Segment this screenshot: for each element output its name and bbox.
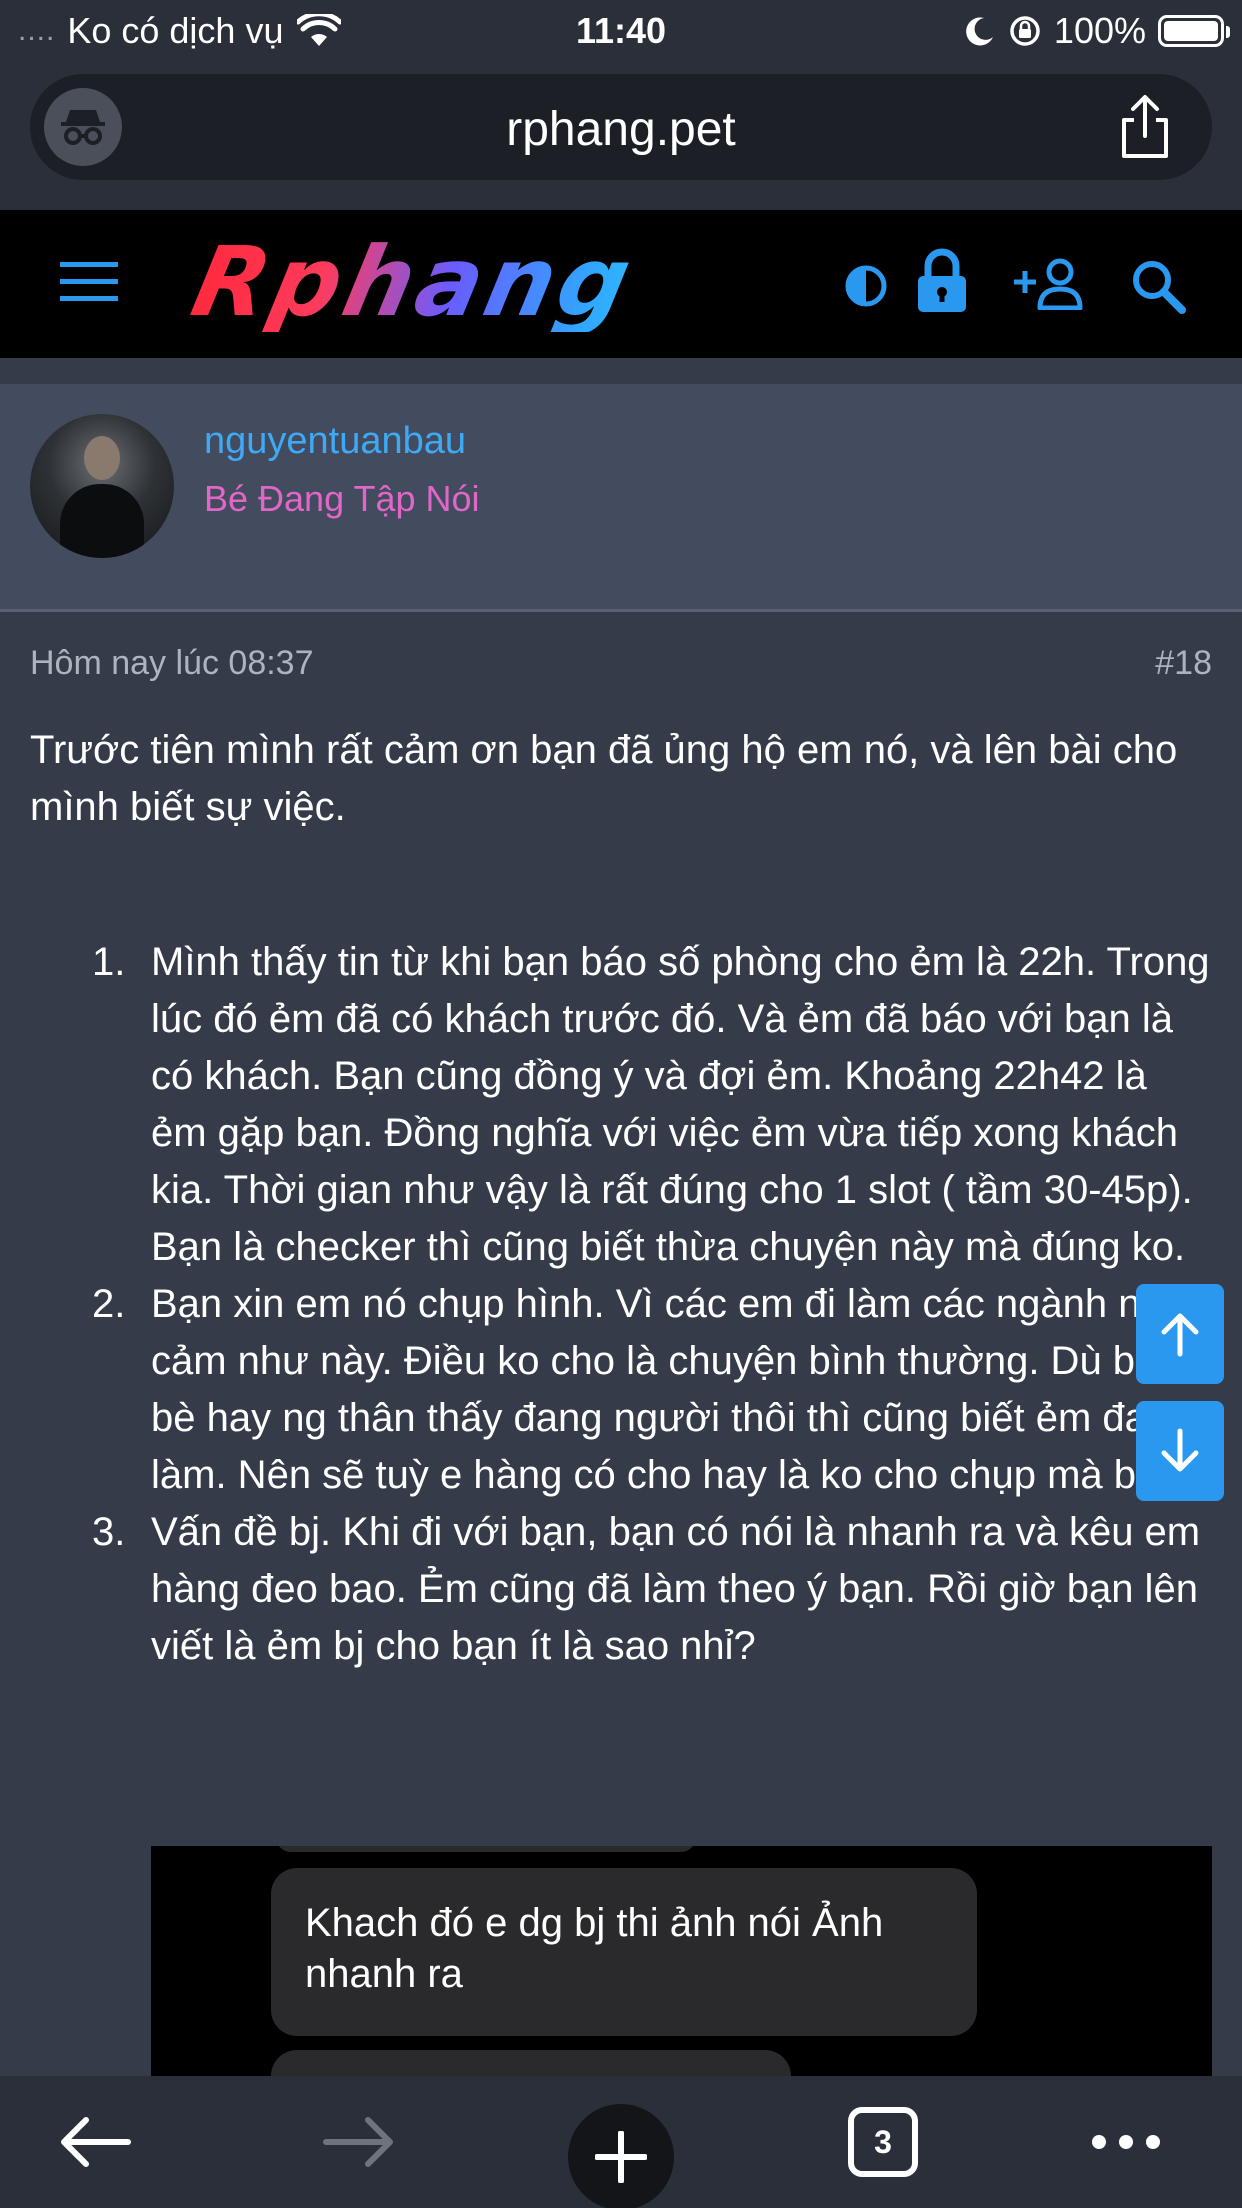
list-item: 1. Mình thấy tin từ khi bạn báo số phòng… bbox=[30, 934, 1212, 1276]
hamburger-menu-icon[interactable] bbox=[60, 260, 118, 304]
post-author-block: nguyentuanbau Bé Đang Tập Nói bbox=[0, 384, 1242, 612]
register-user-icon[interactable] bbox=[1014, 258, 1084, 310]
post-list: 1. Mình thấy tin từ khi bạn báo số phòng… bbox=[30, 934, 1212, 1675]
list-item-text: Bạn xin em nó chụp hình. Vì các em đi là… bbox=[151, 1282, 1212, 1497]
author-title: Bé Đang Tập Nói bbox=[204, 478, 480, 519]
arrow-up-icon bbox=[1161, 1313, 1199, 1357]
battery-percent: 100% bbox=[1053, 10, 1146, 51]
post-timestamp[interactable]: Hôm nay lúc 08:37 bbox=[30, 644, 314, 682]
scroll-to-bottom-button[interactable] bbox=[1136, 1401, 1224, 1501]
orientation-lock-icon bbox=[1010, 16, 1040, 46]
site-header: Rphang bbox=[0, 210, 1242, 358]
arrow-down-icon bbox=[1161, 1428, 1199, 1472]
list-item-number: 1. bbox=[92, 940, 126, 984]
battery-icon bbox=[1158, 15, 1230, 47]
tab-switcher-button[interactable]: 3 bbox=[848, 2107, 918, 2177]
post-meta: Hôm nay lúc 08:37 #18 bbox=[30, 644, 1212, 683]
share-icon[interactable] bbox=[1118, 94, 1172, 160]
scroll-to-top-button[interactable] bbox=[1136, 1284, 1224, 1384]
page: .... Ko có dịch vụ 11:40 100% rphang.pet… bbox=[0, 0, 1242, 2208]
chat-message-text: Khach đó e dg bj thi ảnh nói Ảnh nhanh r… bbox=[305, 1901, 884, 1996]
post-number[interactable]: #18 bbox=[1155, 644, 1212, 683]
forward-arrow-icon[interactable] bbox=[322, 2112, 396, 2172]
more-options-icon[interactable] bbox=[1090, 2132, 1162, 2152]
back-arrow-icon[interactable] bbox=[58, 2112, 132, 2172]
chat-bubble bbox=[276, 1846, 696, 1852]
status-bar: .... Ko có dịch vụ 11:40 100% bbox=[0, 0, 1242, 64]
list-item-number: 2. bbox=[92, 1282, 126, 1326]
list-item: 3. Vấn đề bj. Khi đi với bạn, bạn có nói… bbox=[30, 1504, 1212, 1675]
avatar[interactable] bbox=[30, 414, 174, 558]
post-intro-text: Trước tiên mình rất cảm ơn bạn đã ủng hộ… bbox=[30, 728, 1178, 829]
list-item: 2. Bạn xin em nó chụp hình. Vì các em đi… bbox=[30, 1276, 1212, 1504]
list-item-text: Vấn đề bj. Khi đi với bạn, bạn có nói là… bbox=[151, 1510, 1201, 1668]
browser-bottom-toolbar: 3 bbox=[0, 2076, 1242, 2208]
chat-bubble bbox=[271, 2050, 791, 2076]
site-logo[interactable]: Rphang bbox=[183, 226, 775, 338]
chat-screenshot-image[interactable]: Khach đó e dg bj thi ảnh nói Ảnh nhanh r… bbox=[151, 1846, 1212, 2076]
address-bar[interactable]: rphang.pet bbox=[30, 74, 1212, 180]
list-item-number: 3. bbox=[92, 1510, 126, 1554]
chat-bubble: Khach đó e dg bj thi ảnh nói Ảnh nhanh r… bbox=[271, 1868, 977, 2036]
moon-icon bbox=[966, 17, 993, 46]
plus-icon bbox=[595, 2131, 647, 2183]
list-item-text: Mình thấy tin từ khi bạn báo số phòng ch… bbox=[151, 940, 1210, 1269]
search-icon[interactable] bbox=[1130, 258, 1186, 314]
theme-toggle-icon[interactable] bbox=[844, 264, 888, 308]
browser-toolbar: rphang.pet bbox=[0, 64, 1242, 210]
url-text[interactable]: rphang.pet bbox=[30, 102, 1212, 157]
new-tab-button[interactable] bbox=[568, 2104, 674, 2208]
lock-icon[interactable] bbox=[916, 248, 968, 314]
author-username[interactable]: nguyentuanbau bbox=[204, 420, 466, 463]
